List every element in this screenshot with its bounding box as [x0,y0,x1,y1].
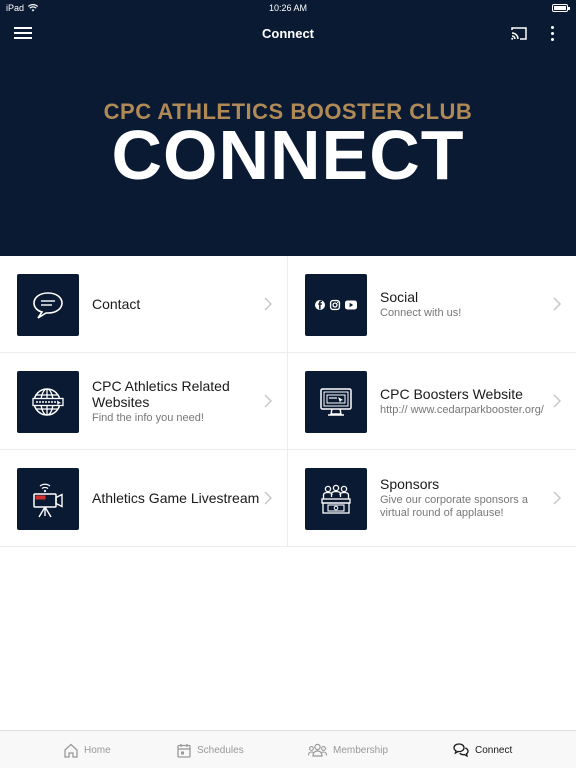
item-subtitle: Connect with us! [380,306,462,319]
social-item[interactable]: Social Connect with us! [288,256,576,352]
nav-bar: Connect [0,16,576,52]
item-subtitle: http:// www.cedarparkbooster.org/ [380,403,544,416]
item-text: CPC Athletics Related Websites Find the … [92,353,267,449]
tab-label: Connect [475,744,513,756]
livestream-camera-icon [17,468,79,530]
people-icon [308,743,327,757]
chevron-right-icon [553,491,562,505]
item-text: Contact [92,256,267,352]
item-text: Athletics Game Livestream [92,450,267,546]
related-websites-item[interactable]: CPC Athletics Related Websites Find the … [0,353,288,449]
tab-schedules[interactable]: Schedules [177,731,244,768]
item-title: CPC Athletics Related Websites [92,377,230,410]
connect-grid: Contact Social Connect with us! CPC Athl… [0,256,576,547]
more-options-icon[interactable] [547,25,557,43]
contact-item[interactable]: Contact [0,256,288,352]
item-subtitle: Find the info you need! [92,411,204,424]
item-text: Social Connect with us! [380,256,555,352]
chevron-right-icon [264,394,273,408]
item-title: Sponsors [380,476,440,492]
item-title: Social [380,288,419,305]
boosters-website-item[interactable]: CPC Boosters Website http:// www.cedarpa… [288,353,576,449]
grid-row: CPC Athletics Related Websites Find the … [0,353,576,450]
grid-row: Athletics Game Livestream Sponsors Give … [0,450,576,547]
globe-icon [17,371,79,433]
battery-icon [552,4,570,12]
tab-home[interactable]: Home [64,731,111,768]
hero-title: CONNECT [111,116,465,194]
status-time: 10:26 AM [268,3,308,13]
social-media-icon [305,274,367,336]
livestream-item[interactable]: Athletics Game Livestream [0,450,288,546]
item-subtitle: Give our corporate sponsors a virtual ro… [380,494,528,519]
sponsors-stage-icon [305,468,367,530]
home-icon [64,743,78,758]
item-text: Sponsors Give our corporate sponsors a v… [380,450,555,546]
item-title: CPC Boosters Website [380,385,523,402]
item-title: Athletics Game Livestream [92,490,260,506]
tab-label: Home [84,744,111,756]
sponsors-item[interactable]: Sponsors Give our corporate sponsors a v… [288,450,576,546]
bottom-tab-bar: Home Schedules Membership Connect [0,730,576,768]
grid-row: Contact Social Connect with us! [0,256,576,353]
tab-label: Membership [333,744,389,756]
tab-membership[interactable]: Membership [308,731,388,768]
cast-icon[interactable] [510,26,528,41]
chat-bubbles-icon [453,743,469,757]
computer-monitor-icon [305,371,367,433]
hero-banner: CPC ATHLETICS BOOSTER CLUB CONNECT [0,52,576,256]
page-title: Connect [262,26,314,41]
chevron-right-icon [264,297,273,311]
chevron-right-icon [553,297,562,311]
tab-label: Schedules [197,744,244,756]
calendar-icon [177,743,191,758]
status-bar: iPad 10:26 AM [0,0,576,16]
chat-bubble-icon [17,274,79,336]
chevron-right-icon [264,491,273,505]
item-text: CPC Boosters Website http:// www.cedarpa… [380,353,555,449]
tab-connect[interactable]: Connect [453,731,512,768]
item-title: Contact [92,296,141,312]
chevron-right-icon [553,394,562,408]
